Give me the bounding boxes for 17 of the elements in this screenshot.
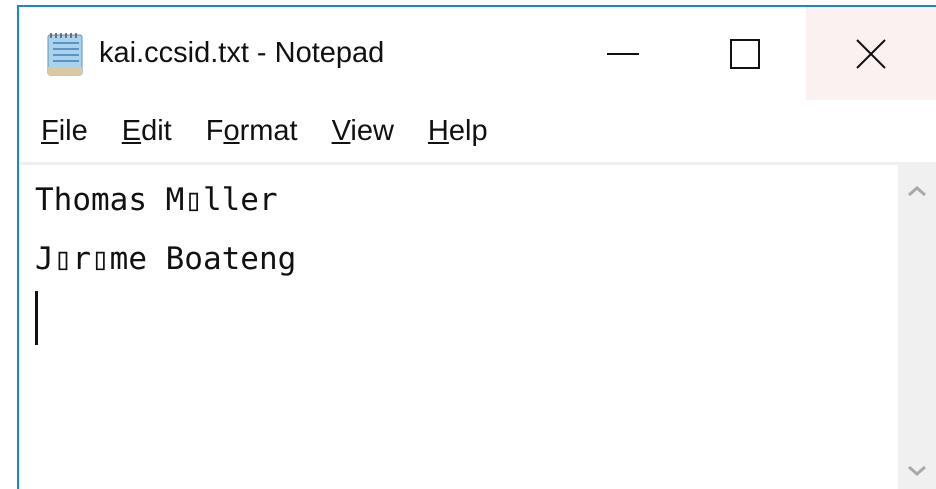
maximize-icon bbox=[730, 38, 760, 68]
window-title: kai.ccsid.txt - Notepad bbox=[99, 37, 384, 70]
text-cursor bbox=[35, 291, 38, 345]
menu-item[interactable]: Help bbox=[426, 110, 490, 152]
menu-item[interactable]: File bbox=[39, 110, 90, 152]
text-line: J▯r▯me Boateng bbox=[35, 240, 296, 279]
text-line: Thomas M▯ller bbox=[35, 181, 278, 220]
vertical-scrollbar[interactable] bbox=[898, 165, 936, 489]
close-icon bbox=[855, 38, 887, 70]
menu-item[interactable]: View bbox=[330, 110, 396, 152]
notepad-icon bbox=[45, 30, 85, 76]
scroll-up-icon[interactable] bbox=[907, 185, 927, 197]
close-button[interactable] bbox=[806, 7, 936, 100]
scroll-down-icon[interactable] bbox=[907, 465, 927, 477]
minimize-icon bbox=[607, 52, 639, 56]
menu-item[interactable]: Edit bbox=[120, 110, 174, 152]
menu-item[interactable]: Format bbox=[204, 110, 300, 152]
